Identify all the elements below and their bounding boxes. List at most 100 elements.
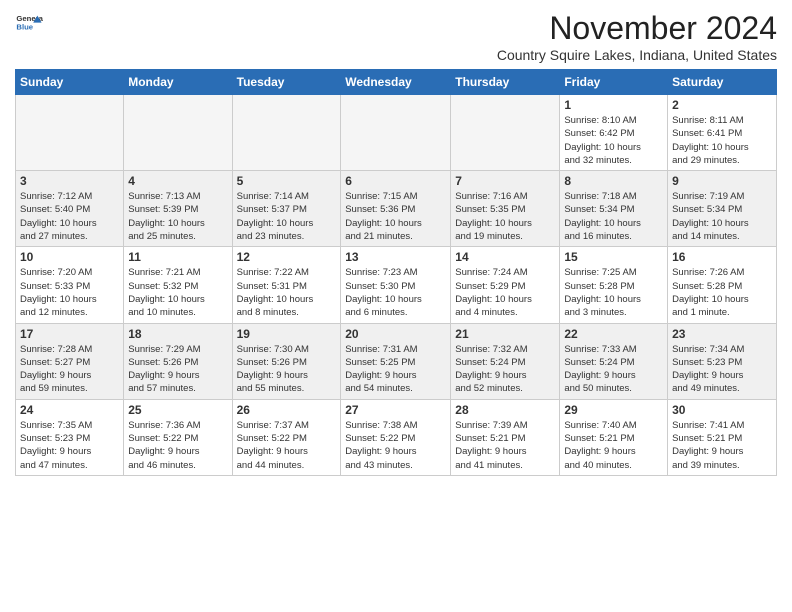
calendar-cell: 2 Sunrise: 8:11 AM Sunset: 6:41 PM Daylig… bbox=[668, 95, 777, 171]
day-info: Sunrise: 7:36 AM Sunset: 5:22 PM Dayligh… bbox=[128, 419, 227, 472]
day-number: 25 bbox=[128, 403, 227, 417]
calendar-cell: 19 Sunrise: 7:30 AM Sunset: 5:26 PM Dayli… bbox=[232, 323, 341, 399]
day-number: 5 bbox=[237, 174, 337, 188]
day-number: 4 bbox=[128, 174, 227, 188]
weekday-header-row: SundayMondayTuesdayWednesdayThursdayFrid… bbox=[16, 70, 777, 95]
calendar-cell: 13Sunrise: 7:23 AM Sunset: 5:30 PM Dayli… bbox=[341, 247, 451, 323]
title-area: November 2024 Country Squire Lakes, Indi… bbox=[497, 10, 777, 63]
day-number: 23 bbox=[672, 327, 772, 341]
calendar-cell bbox=[232, 95, 341, 171]
weekday-header-wednesday: Wednesday bbox=[341, 70, 451, 95]
day-info: Sunrise: 7:20 AM Sunset: 5:33 PM Dayligh… bbox=[20, 266, 119, 319]
day-number: 20 bbox=[345, 327, 446, 341]
day-number: 6 bbox=[345, 174, 446, 188]
calendar-cell: 5 Sunrise: 7:14 AM Sunset: 5:37 PM Daylig… bbox=[232, 171, 341, 247]
day-info: Sunrise: 7:18 AM Sunset: 5:34 PM Dayligh… bbox=[564, 190, 663, 243]
day-info: Sunrise: 7:39 AM Sunset: 5:21 PM Dayligh… bbox=[455, 419, 555, 472]
day-number: 24 bbox=[20, 403, 119, 417]
day-number: 9 bbox=[672, 174, 772, 188]
calendar-cell: 10 Sunrise: 7:20 AM Sunset: 5:33 PM Dayli… bbox=[16, 247, 124, 323]
day-number: 10 bbox=[20, 250, 119, 264]
calendar-cell: 27Sunrise: 7:38 AM Sunset: 5:22 PM Dayli… bbox=[341, 399, 451, 475]
calendar-cell bbox=[16, 95, 124, 171]
day-number: 3 bbox=[20, 174, 119, 188]
day-number: 13 bbox=[345, 250, 446, 264]
page-header: General Blue November 2024 Country Squir… bbox=[15, 10, 777, 63]
weekday-header-friday: Friday bbox=[560, 70, 668, 95]
calendar-cell: 22 Sunrise: 7:33 AM Sunset: 5:24 PM Dayli… bbox=[560, 323, 668, 399]
weekday-header-tuesday: Tuesday bbox=[232, 70, 341, 95]
day-number: 18 bbox=[128, 327, 227, 341]
calendar-cell bbox=[124, 95, 232, 171]
calendar-cell: 4 Sunrise: 7:13 AM Sunset: 5:39 PM Daylig… bbox=[124, 171, 232, 247]
day-number: 14 bbox=[455, 250, 555, 264]
day-number: 28 bbox=[455, 403, 555, 417]
calendar-cell: 16 Sunrise: 7:26 AM Sunset: 5:28 PM Dayli… bbox=[668, 247, 777, 323]
calendar-cell: 8 Sunrise: 7:18 AM Sunset: 5:34 PM Daylig… bbox=[560, 171, 668, 247]
day-number: 11 bbox=[128, 250, 227, 264]
day-info: Sunrise: 7:26 AM Sunset: 5:28 PM Dayligh… bbox=[672, 266, 772, 319]
svg-text:Blue: Blue bbox=[16, 23, 33, 32]
day-info: Sunrise: 7:29 AM Sunset: 5:26 PM Dayligh… bbox=[128, 343, 227, 396]
calendar-table: SundayMondayTuesdayWednesdayThursdayFrid… bbox=[15, 69, 777, 476]
day-info: Sunrise: 7:32 AM Sunset: 5:24 PM Dayligh… bbox=[455, 343, 555, 396]
calendar-week-row: 3 Sunrise: 7:12 AM Sunset: 5:40 PM Daylig… bbox=[16, 171, 777, 247]
day-number: 15 bbox=[564, 250, 663, 264]
day-number: 22 bbox=[564, 327, 663, 341]
day-info: Sunrise: 7:38 AM Sunset: 5:22 PM Dayligh… bbox=[345, 419, 446, 472]
day-info: Sunrise: 7:16 AM Sunset: 5:35 PM Dayligh… bbox=[455, 190, 555, 243]
calendar-cell: 29 Sunrise: 7:40 AM Sunset: 5:21 PM Dayli… bbox=[560, 399, 668, 475]
day-number: 19 bbox=[237, 327, 337, 341]
calendar-cell bbox=[341, 95, 451, 171]
month-title: November 2024 bbox=[497, 10, 777, 47]
calendar-week-row: 24 Sunrise: 7:35 AM Sunset: 5:23 PM Dayli… bbox=[16, 399, 777, 475]
logo[interactable]: General Blue bbox=[15, 10, 43, 38]
day-info: Sunrise: 7:30 AM Sunset: 5:26 PM Dayligh… bbox=[237, 343, 337, 396]
calendar-cell: 11 Sunrise: 7:21 AM Sunset: 5:32 PM Dayli… bbox=[124, 247, 232, 323]
calendar-week-row: 10 Sunrise: 7:20 AM Sunset: 5:33 PM Dayli… bbox=[16, 247, 777, 323]
calendar-cell: 26 Sunrise: 7:37 AM Sunset: 5:22 PM Dayli… bbox=[232, 399, 341, 475]
day-number: 16 bbox=[672, 250, 772, 264]
day-number: 29 bbox=[564, 403, 663, 417]
day-info: Sunrise: 7:13 AM Sunset: 5:39 PM Dayligh… bbox=[128, 190, 227, 243]
day-info: Sunrise: 7:35 AM Sunset: 5:23 PM Dayligh… bbox=[20, 419, 119, 472]
day-info: Sunrise: 7:37 AM Sunset: 5:22 PM Dayligh… bbox=[237, 419, 337, 472]
day-info: Sunrise: 7:25 AM Sunset: 5:28 PM Dayligh… bbox=[564, 266, 663, 319]
day-number: 12 bbox=[237, 250, 337, 264]
weekday-header-monday: Monday bbox=[124, 70, 232, 95]
weekday-header-thursday: Thursday bbox=[451, 70, 560, 95]
calendar-cell: 7 Sunrise: 7:16 AM Sunset: 5:35 PM Daylig… bbox=[451, 171, 560, 247]
day-info: Sunrise: 7:33 AM Sunset: 5:24 PM Dayligh… bbox=[564, 343, 663, 396]
day-info: Sunrise: 7:21 AM Sunset: 5:32 PM Dayligh… bbox=[128, 266, 227, 319]
calendar-cell: 15 Sunrise: 7:25 AM Sunset: 5:28 PM Dayli… bbox=[560, 247, 668, 323]
day-number: 30 bbox=[672, 403, 772, 417]
calendar-cell: 6 Sunrise: 7:15 AM Sunset: 5:36 PM Daylig… bbox=[341, 171, 451, 247]
day-info: Sunrise: 7:41 AM Sunset: 5:21 PM Dayligh… bbox=[672, 419, 772, 472]
calendar-cell: 17 Sunrise: 7:28 AM Sunset: 5:27 PM Dayli… bbox=[16, 323, 124, 399]
day-info: Sunrise: 8:11 AM Sunset: 6:41 PM Dayligh… bbox=[672, 114, 772, 167]
day-number: 7 bbox=[455, 174, 555, 188]
day-number: 21 bbox=[455, 327, 555, 341]
weekday-header-saturday: Saturday bbox=[668, 70, 777, 95]
day-number: 2 bbox=[672, 98, 772, 112]
calendar-cell: 30 Sunrise: 7:41 AM Sunset: 5:21 PM Dayli… bbox=[668, 399, 777, 475]
day-number: 8 bbox=[564, 174, 663, 188]
day-info: Sunrise: 7:31 AM Sunset: 5:25 PM Dayligh… bbox=[345, 343, 446, 396]
day-info: Sunrise: 7:28 AM Sunset: 5:27 PM Dayligh… bbox=[20, 343, 119, 396]
calendar-cell: 12 Sunrise: 7:22 AM Sunset: 5:31 PM Dayli… bbox=[232, 247, 341, 323]
day-number: 17 bbox=[20, 327, 119, 341]
calendar-week-row: 17 Sunrise: 7:28 AM Sunset: 5:27 PM Dayli… bbox=[16, 323, 777, 399]
calendar-cell: 21 Sunrise: 7:32 AM Sunset: 5:24 PM Dayli… bbox=[451, 323, 560, 399]
day-info: Sunrise: 7:40 AM Sunset: 5:21 PM Dayligh… bbox=[564, 419, 663, 472]
calendar-cell: 24 Sunrise: 7:35 AM Sunset: 5:23 PM Dayli… bbox=[16, 399, 124, 475]
day-info: Sunrise: 7:12 AM Sunset: 5:40 PM Dayligh… bbox=[20, 190, 119, 243]
calendar-week-row: 1Sunrise: 8:10 AM Sunset: 6:42 PM Daylig… bbox=[16, 95, 777, 171]
day-info: Sunrise: 7:15 AM Sunset: 5:36 PM Dayligh… bbox=[345, 190, 446, 243]
location: Country Squire Lakes, Indiana, United St… bbox=[497, 47, 777, 63]
day-number: 26 bbox=[237, 403, 337, 417]
day-info: Sunrise: 7:34 AM Sunset: 5:23 PM Dayligh… bbox=[672, 343, 772, 396]
calendar-cell: 20 Sunrise: 7:31 AM Sunset: 5:25 PM Dayli… bbox=[341, 323, 451, 399]
day-info: Sunrise: 7:14 AM Sunset: 5:37 PM Dayligh… bbox=[237, 190, 337, 243]
day-info: Sunrise: 7:22 AM Sunset: 5:31 PM Dayligh… bbox=[237, 266, 337, 319]
calendar-cell bbox=[451, 95, 560, 171]
